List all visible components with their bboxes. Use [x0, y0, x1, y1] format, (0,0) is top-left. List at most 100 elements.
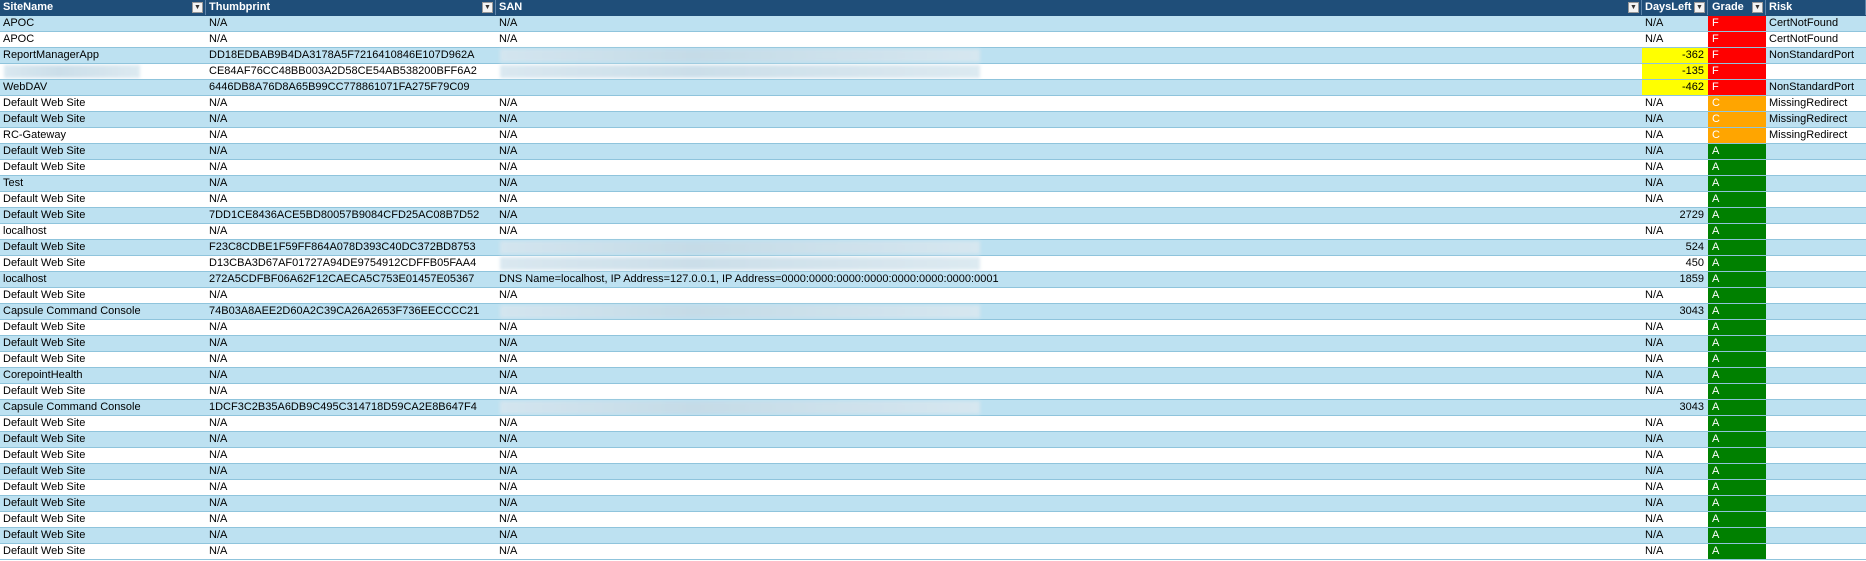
cell-thumbprint[interactable]: N/A [206, 96, 496, 111]
column-header-daysleft[interactable]: DaysLeft ▼ [1642, 0, 1708, 15]
cell-san[interactable]: N/A [496, 352, 1642, 367]
cell-thumbprint[interactable]: N/A [206, 176, 496, 191]
cell-daysleft[interactable]: N/A [1642, 128, 1708, 143]
cell-daysleft[interactable]: -362 [1642, 48, 1708, 63]
cell-san[interactable]: N/A [496, 336, 1642, 351]
cell-sitename[interactable]: Default Web Site [0, 544, 206, 559]
cell-thumbprint[interactable]: 1DCF3C2B35A6DB9C495C314718D59CA2E8B647F4 [206, 400, 496, 415]
cell-thumbprint[interactable]: CE84AF76CC48BB003A2D58CE54AB538200BFF6A2 [206, 64, 496, 79]
cell-daysleft[interactable]: N/A [1642, 320, 1708, 335]
cell-thumbprint[interactable]: N/A [206, 496, 496, 511]
filter-dropdown-icon[interactable]: ▼ [482, 2, 493, 13]
cell-grade[interactable]: A [1708, 528, 1766, 543]
cell-san[interactable]: N/A [496, 544, 1642, 559]
cell-grade[interactable]: F [1708, 80, 1766, 95]
cell-sitename[interactable] [0, 64, 206, 79]
cell-daysleft[interactable]: N/A [1642, 544, 1708, 559]
cell-risk[interactable]: NonStandardPort [1766, 48, 1866, 63]
cell-thumbprint[interactable]: N/A [206, 416, 496, 431]
cell-daysleft[interactable]: N/A [1642, 416, 1708, 431]
cell-grade[interactable]: F [1708, 16, 1766, 31]
cell-sitename[interactable]: Capsule Command Console [0, 304, 206, 319]
cell-grade[interactable]: A [1708, 336, 1766, 351]
cell-thumbprint[interactable]: 74B03A8AEE2D60A2C39CA26A2653F736EECCCC21 [206, 304, 496, 319]
cell-grade[interactable]: A [1708, 208, 1766, 223]
cell-risk[interactable] [1766, 256, 1866, 271]
cell-thumbprint[interactable]: N/A [206, 320, 496, 335]
cell-sitename[interactable]: Default Web Site [0, 384, 206, 399]
cell-risk[interactable] [1766, 464, 1866, 479]
cell-sitename[interactable]: Default Web Site [0, 240, 206, 255]
cell-sitename[interactable]: Default Web Site [0, 480, 206, 495]
cell-risk[interactable] [1766, 416, 1866, 431]
cell-thumbprint[interactable]: 7DD1CE8436ACE5BD80057B9084CFD25AC08B7D52 [206, 208, 496, 223]
cell-grade[interactable]: A [1708, 256, 1766, 271]
cell-thumbprint[interactable]: D13CBA3D67AF01727A94DE9754912CDFFB05FAA4 [206, 256, 496, 271]
cell-sitename[interactable]: RC-Gateway [0, 128, 206, 143]
filter-dropdown-icon[interactable]: ▼ [1752, 2, 1763, 13]
column-header-sitename[interactable]: SiteName ▼ [0, 0, 206, 15]
cell-daysleft[interactable]: N/A [1642, 32, 1708, 47]
cell-san[interactable]: N/A [496, 496, 1642, 511]
cell-san[interactable]: N/A [496, 384, 1642, 399]
cell-sitename[interactable]: localhost [0, 224, 206, 239]
cell-grade[interactable]: A [1708, 192, 1766, 207]
cell-daysleft[interactable]: 524 [1642, 240, 1708, 255]
cell-grade[interactable]: A [1708, 432, 1766, 447]
cell-grade[interactable]: A [1708, 464, 1766, 479]
cell-daysleft[interactable]: N/A [1642, 96, 1708, 111]
cell-thumbprint[interactable]: N/A [206, 192, 496, 207]
cell-grade[interactable]: A [1708, 288, 1766, 303]
cell-san[interactable]: N/A [496, 448, 1642, 463]
cell-risk[interactable]: NonStandardPort [1766, 80, 1866, 95]
cell-risk[interactable] [1766, 64, 1866, 79]
filter-dropdown-icon[interactable]: ▼ [1694, 2, 1705, 13]
cell-daysleft[interactable]: N/A [1642, 112, 1708, 127]
cell-grade[interactable]: A [1708, 416, 1766, 431]
cell-daysleft[interactable]: -135 [1642, 64, 1708, 79]
cell-risk[interactable] [1766, 192, 1866, 207]
cell-grade[interactable]: A [1708, 384, 1766, 399]
cell-san[interactable]: N/A [496, 320, 1642, 335]
cell-sitename[interactable]: Default Web Site [0, 448, 206, 463]
cell-san[interactable]: N/A [496, 288, 1642, 303]
column-header-risk[interactable]: Risk [1766, 0, 1866, 15]
cell-risk[interactable] [1766, 368, 1866, 383]
cell-daysleft[interactable]: 3043 [1642, 304, 1708, 319]
cell-risk[interactable] [1766, 176, 1866, 191]
cell-grade[interactable]: A [1708, 480, 1766, 495]
cell-thumbprint[interactable]: N/A [206, 288, 496, 303]
cell-thumbprint[interactable]: N/A [206, 128, 496, 143]
cell-sitename[interactable]: APOC [0, 32, 206, 47]
cell-sitename[interactable]: APOC [0, 16, 206, 31]
cell-sitename[interactable]: CorepointHealth [0, 368, 206, 383]
cell-sitename[interactable]: Default Web Site [0, 160, 206, 175]
cell-risk[interactable]: MissingRedirect [1766, 128, 1866, 143]
cell-thumbprint[interactable]: N/A [206, 224, 496, 239]
cell-daysleft[interactable]: N/A [1642, 16, 1708, 31]
cell-grade[interactable]: A [1708, 176, 1766, 191]
cell-thumbprint[interactable]: N/A [206, 512, 496, 527]
cell-daysleft[interactable]: 450 [1642, 256, 1708, 271]
cell-daysleft[interactable]: N/A [1642, 480, 1708, 495]
column-header-thumbprint[interactable]: Thumbprint ▼ [206, 0, 496, 15]
cell-risk[interactable] [1766, 384, 1866, 399]
cell-thumbprint[interactable]: N/A [206, 384, 496, 399]
cell-daysleft[interactable]: N/A [1642, 144, 1708, 159]
cell-risk[interactable] [1766, 288, 1866, 303]
cell-san[interactable]: N/A [496, 368, 1642, 383]
cell-grade[interactable]: A [1708, 352, 1766, 367]
filter-dropdown-icon[interactable]: ▼ [192, 2, 203, 13]
cell-san[interactable]: DNS Name=localhost, IP Address=127.0.0.1… [496, 272, 1642, 287]
cell-daysleft[interactable]: N/A [1642, 512, 1708, 527]
cell-grade[interactable]: A [1708, 272, 1766, 287]
cell-daysleft[interactable]: N/A [1642, 336, 1708, 351]
cell-sitename[interactable]: localhost [0, 272, 206, 287]
cell-san[interactable]: N/A [496, 176, 1642, 191]
cell-grade[interactable]: A [1708, 224, 1766, 239]
cell-thumbprint[interactable]: N/A [206, 464, 496, 479]
cell-daysleft[interactable]: N/A [1642, 288, 1708, 303]
cell-grade[interactable]: A [1708, 400, 1766, 415]
cell-thumbprint[interactable]: N/A [206, 368, 496, 383]
cell-thumbprint[interactable]: N/A [206, 160, 496, 175]
